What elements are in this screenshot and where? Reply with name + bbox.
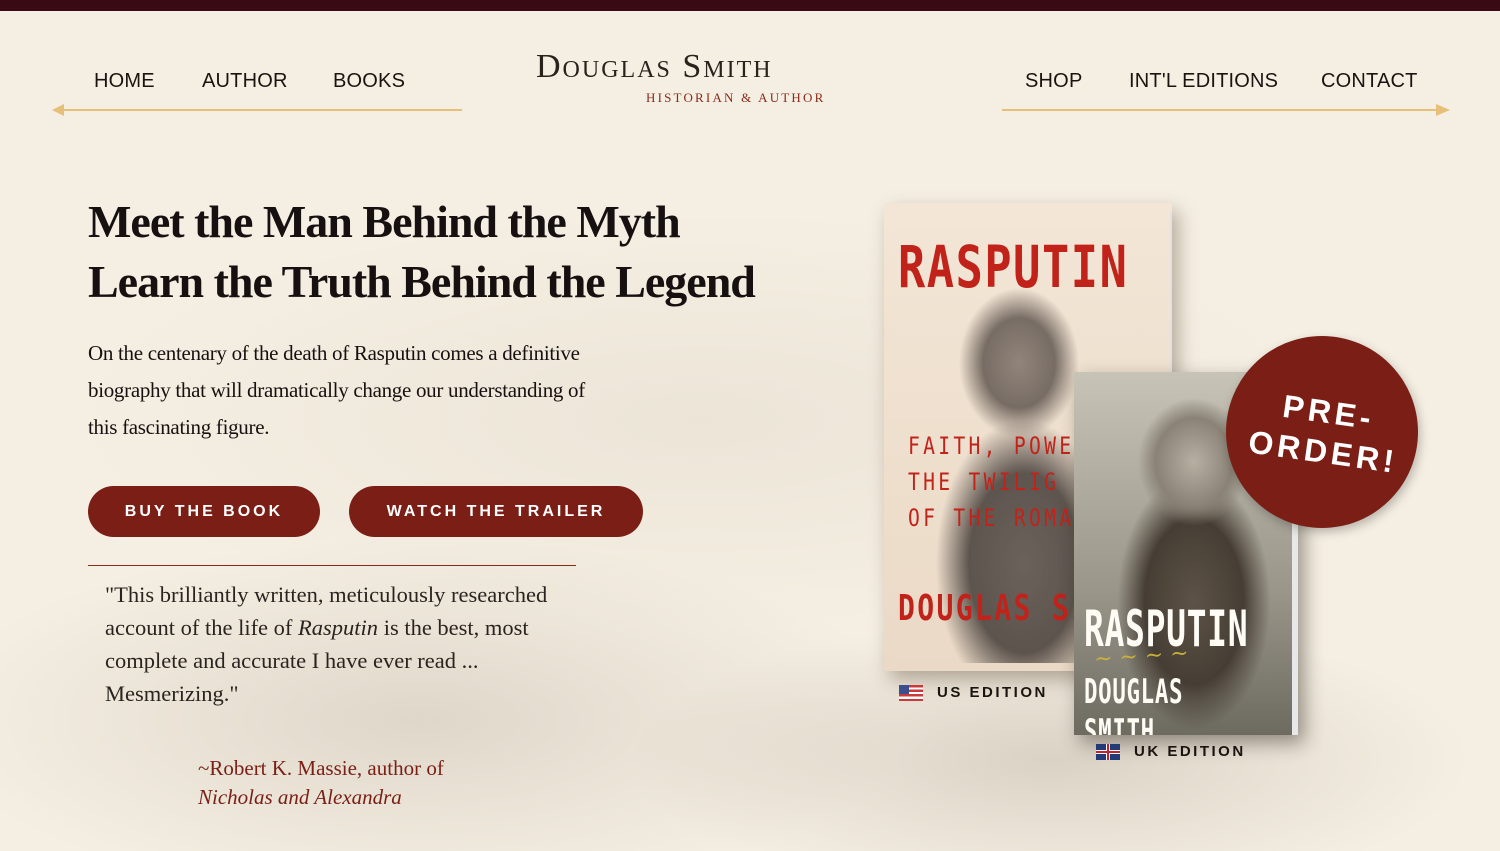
hero-headline: Meet the Man Behind the Myth Learn the T… [88,192,756,312]
nav-contact[interactable]: CONTACT [1321,70,1418,93]
us-cover-subtitle: FAITH, POWER THE TWILIG OF THE ROMA [908,428,1090,536]
us-flag-icon [899,684,923,701]
us-cover-title: RASPUTIN [898,233,1129,301]
nav-books[interactable]: BOOKS [333,70,405,93]
logo-tagline: HISTORIAN & AUTHOR [646,90,826,105]
top-bar [0,0,1500,11]
badge-line-2: ORDER! [1246,423,1401,481]
nav-home[interactable]: HOME [94,70,155,93]
attribution-source: Nicholas and Alexandra [198,785,402,809]
hero-intro: On the centenary of the death of Rasputi… [88,341,585,439]
us-subtitle-line-3: OF THE ROMA [908,504,1075,532]
headline-line-1: Meet the Man Behind the Myth [88,196,681,247]
us-cover-author: DOUGLAS SI [898,588,1091,629]
pre-order-text: PRE- ORDER! [1241,381,1411,482]
logo-name: Douglas Smith [536,48,773,85]
nav-right: SHOP INT'L EDITIONS CONTACT [1002,70,1452,116]
us-edition-link[interactable]: US EDITION [899,684,1048,701]
nav-shop[interactable]: SHOP [1025,70,1082,93]
headline-line-2: Learn the Truth Behind the Legend [88,256,756,307]
uk-edition-label: UK EDITION [1134,743,1246,760]
arrow-right-icon [1436,104,1450,116]
attribution-author: ~Robert K. Massie, author of [198,756,444,780]
site-logo[interactable]: Douglas Smith HISTORIAN & AUTHOR [536,48,846,108]
quote-attribution: ~Robert K. Massie, author of Nicholas an… [198,754,444,812]
us-subtitle-line-1: FAITH, POWER [908,432,1090,460]
pre-order-badge[interactable]: PRE- ORDER! [1226,336,1418,528]
uk-flag-icon [1096,743,1120,760]
uk-cover-author: DOUGLAS SMITH [1084,672,1184,735]
us-edition-label: US EDITION [937,684,1048,701]
nav-author[interactable]: AUTHOR [202,70,288,93]
us-subtitle-line-2: THE TWILIG [908,468,1060,496]
uk-edition-link[interactable]: UK EDITION [1096,743,1246,760]
buy-the-book-button[interactable]: BUY THE BOOK [88,486,320,537]
nav-left: HOME AUTHOR BOOKS [50,70,462,116]
watch-trailer-button[interactable]: WATCH THE TRAILER [349,486,643,537]
review-quote: "This brilliantly written, meticulously … [105,578,565,710]
quote-emphasis: Rasputin [298,615,379,640]
nav-intl-editions[interactable]: INT'L EDITIONS [1129,70,1278,93]
quote-divider [88,565,576,566]
nav-rule-left [62,109,462,111]
nav-rule-right [1002,109,1438,111]
